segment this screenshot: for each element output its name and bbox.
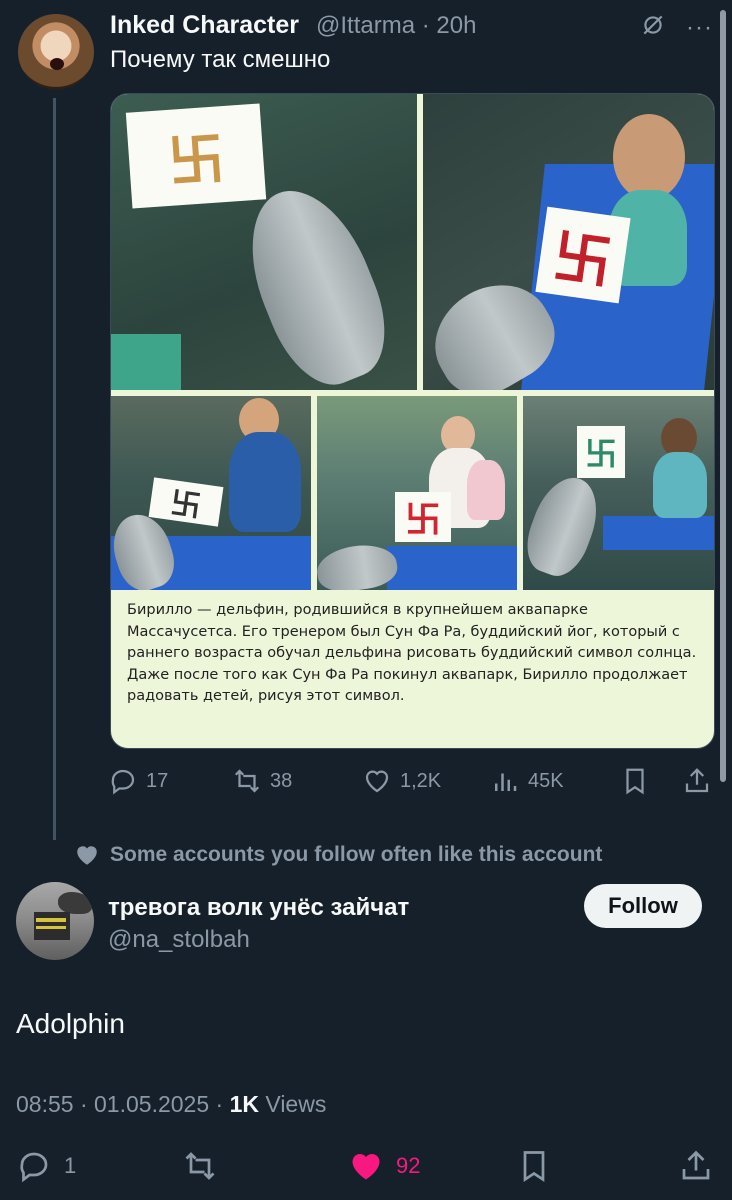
reply-button[interactable]: 17 xyxy=(108,766,168,796)
repost-icon xyxy=(185,1152,215,1180)
reply-count: 17 xyxy=(146,769,169,792)
avatar-trevoga[interactable] xyxy=(16,882,94,960)
heart-filled-icon xyxy=(352,1154,380,1180)
photo-woman-with-sign: 卐 xyxy=(111,396,311,590)
views-count: 1K xyxy=(229,1091,259,1117)
bookmark-button[interactable] xyxy=(516,1148,552,1184)
share-icon xyxy=(685,768,709,793)
social-context-text: Some accounts you follow often like this… xyxy=(110,843,603,866)
share-button[interactable] xyxy=(682,766,712,796)
tweet-metadata: 08:55 · 01.05.2025 · 1K Views xyxy=(16,1091,327,1117)
analytics-icon xyxy=(495,773,517,791)
tweet-text: Adolphin xyxy=(16,1008,125,1039)
reply-icon xyxy=(20,1152,48,1183)
views-count: 45K xyxy=(528,769,564,792)
follow-button[interactable]: Follow xyxy=(584,884,702,928)
heart-filled-icon xyxy=(77,846,97,865)
photo-girl-with-painting: 卐 xyxy=(423,94,714,390)
like-count: 1,2K xyxy=(400,769,442,792)
author-handle-time: @Ittarma · 20h xyxy=(316,12,477,39)
author-name[interactable]: Inked Character xyxy=(110,11,299,40)
like-count: 92 xyxy=(396,1153,421,1178)
quoted-tweet-text: Почему так смешно xyxy=(110,46,331,73)
thread-connector-line xyxy=(53,98,56,840)
photo-girl-dolphin-sign: 卐 xyxy=(523,396,714,590)
tweet-media-image[interactable]: 卐 卐 卐 卐 卐 Бирилло — дельфин, родившийся … xyxy=(110,93,715,749)
views-button[interactable]: 45K xyxy=(490,766,564,796)
heart-icon xyxy=(365,770,389,793)
reply-icon xyxy=(111,769,135,795)
repost-button[interactable]: 38 xyxy=(232,766,292,796)
grok-icon[interactable] xyxy=(640,12,666,38)
repost-count: 38 xyxy=(270,769,293,792)
avatar-inked-character[interactable] xyxy=(18,14,94,90)
repost-button[interactable] xyxy=(182,1148,218,1184)
author-handle[interactable]: @na_stolbah xyxy=(108,926,250,954)
tweet-time[interactable]: 08:55 xyxy=(16,1091,74,1117)
more-options-icon[interactable]: ··· xyxy=(686,14,713,42)
scrollbar[interactable] xyxy=(720,10,726,782)
image-caption-text: Бирилло — дельфин, родившийся в крупнейш… xyxy=(127,602,697,704)
share-icon xyxy=(682,1150,710,1180)
like-button[interactable]: 92 xyxy=(348,1148,420,1184)
social-context: Some accounts you follow often like this… xyxy=(74,842,602,868)
reply-button[interactable]: 1 xyxy=(16,1148,76,1184)
photo-mother-child-sign: 卐 xyxy=(317,396,517,590)
views-label: Views xyxy=(265,1091,327,1117)
repost-icon xyxy=(234,769,260,793)
tweet-date[interactable]: 01.05.2025 xyxy=(94,1091,209,1117)
like-button[interactable]: 1,2K xyxy=(362,766,441,796)
bookmark-icon xyxy=(523,1151,545,1183)
author-name[interactable]: тревога волк унёс зайчат xyxy=(108,894,409,922)
photo-dolphin-sign: 卐 xyxy=(111,94,417,390)
bookmark-icon xyxy=(626,768,644,795)
reply-count: 1 xyxy=(64,1153,77,1178)
bookmark-button[interactable] xyxy=(620,766,650,796)
share-button[interactable] xyxy=(678,1148,714,1184)
